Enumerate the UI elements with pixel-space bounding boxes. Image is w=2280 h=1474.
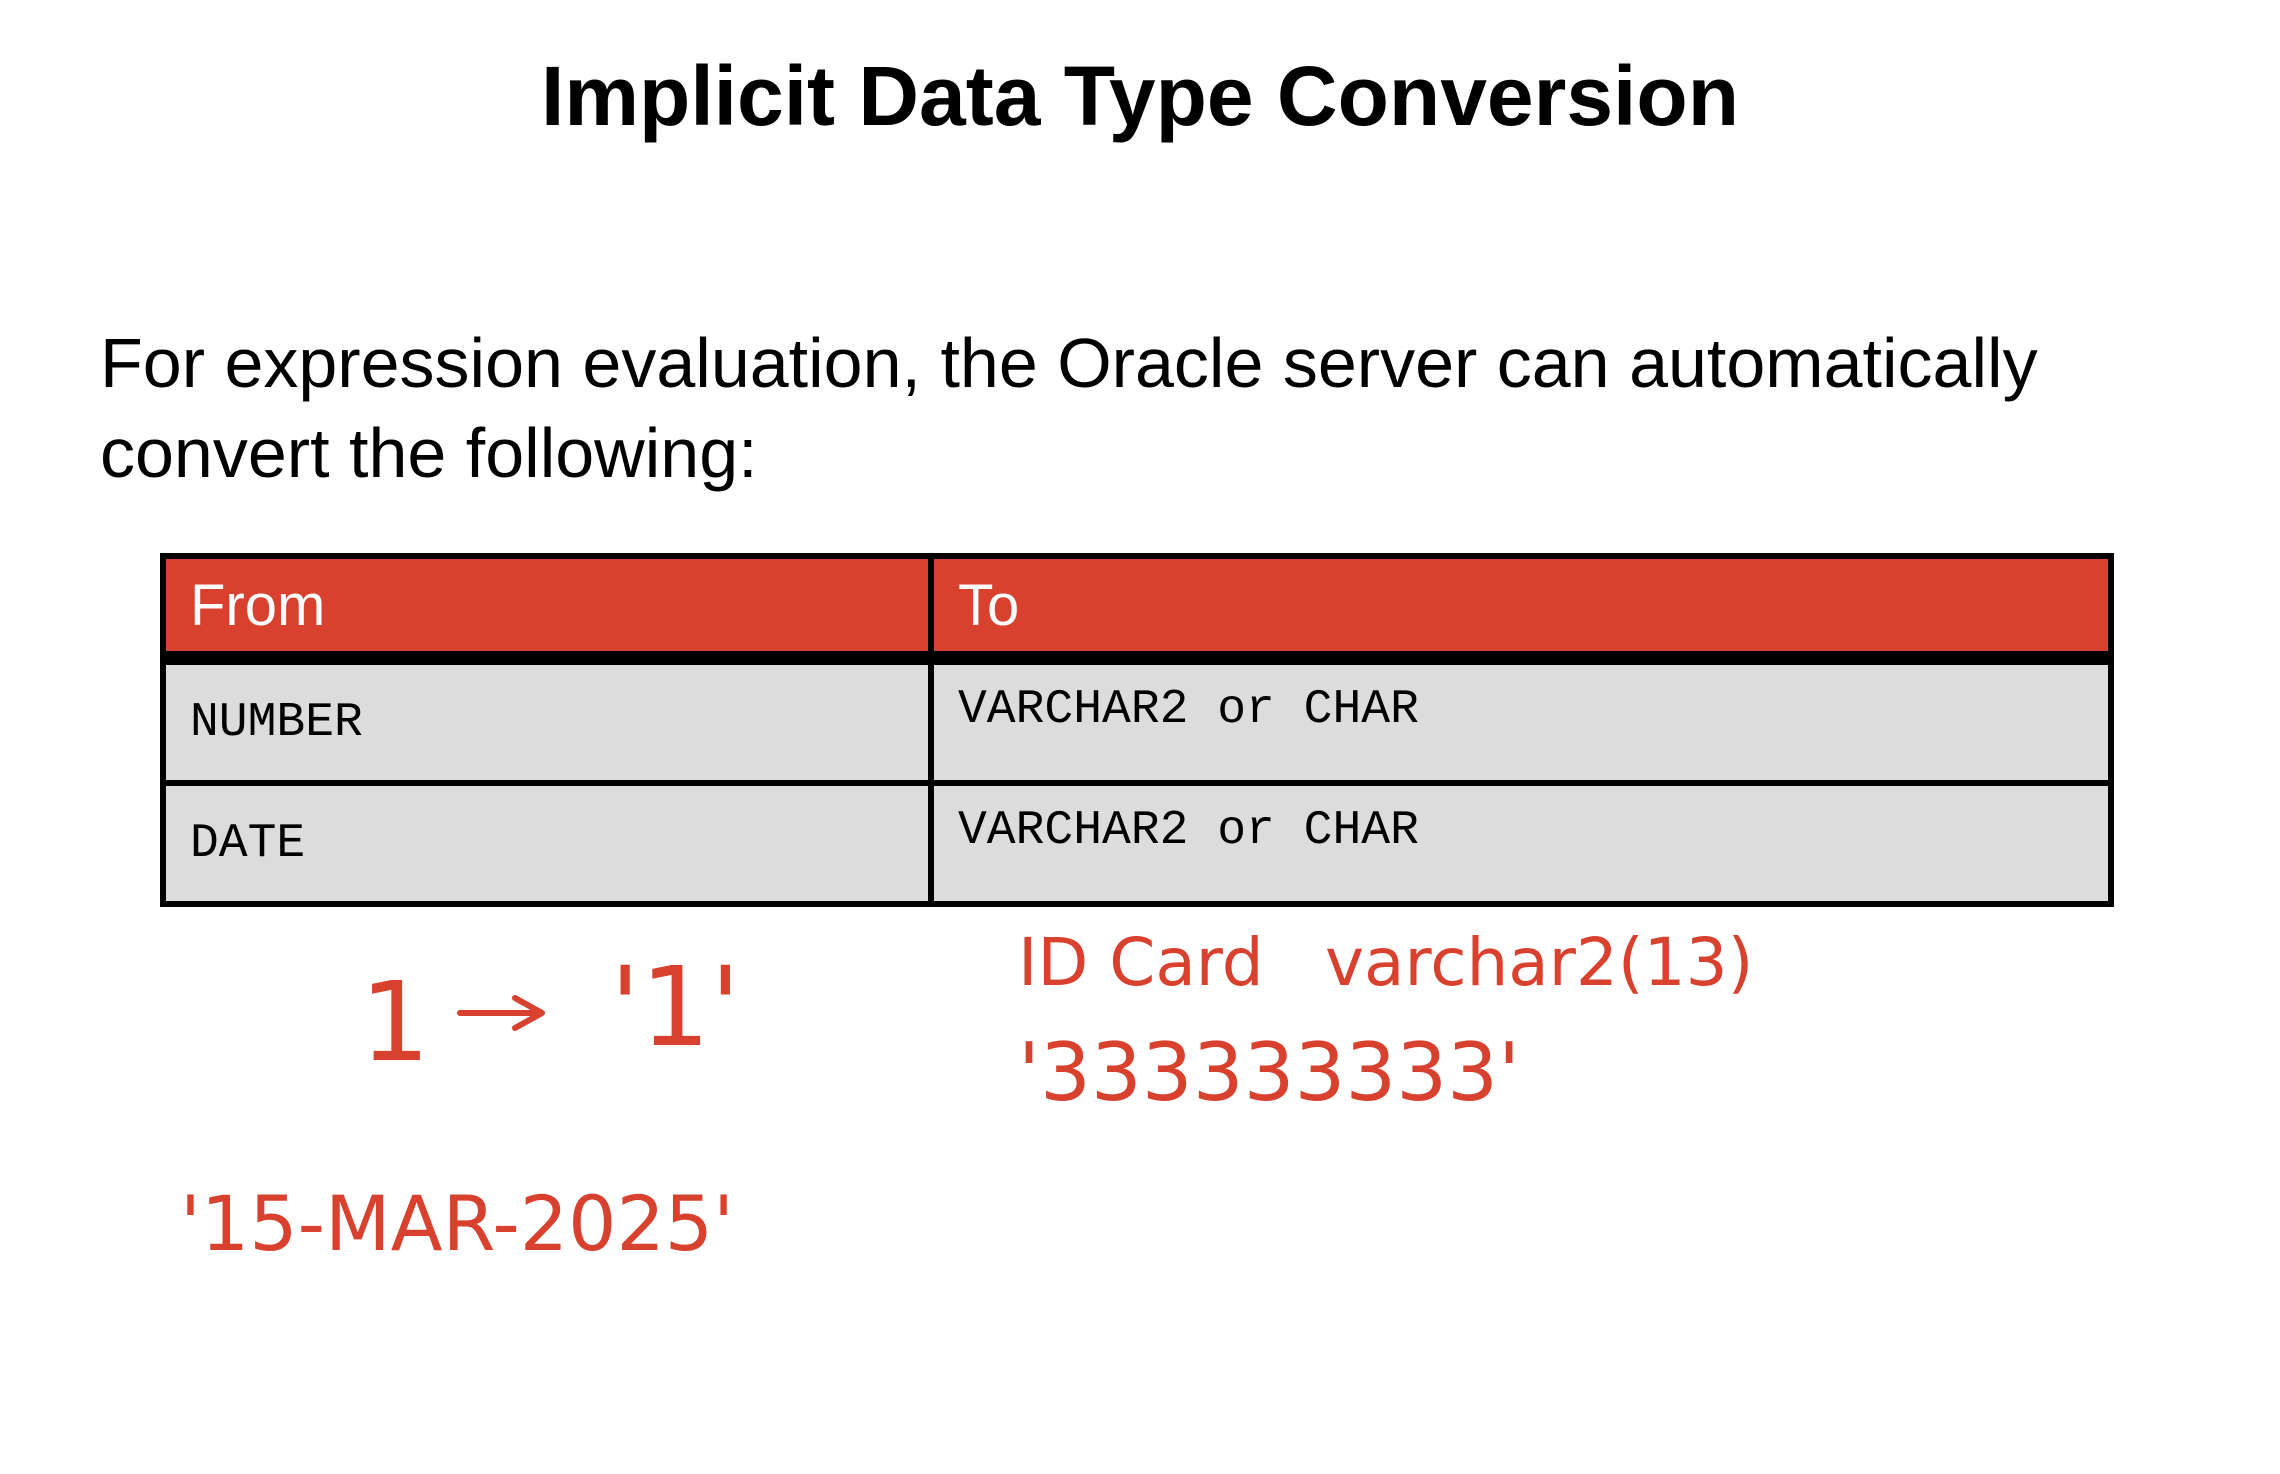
header-to: To — [931, 556, 2111, 665]
hw-id-type: varchar2(13) — [1325, 924, 1753, 1001]
table-row: DATE VARCHAR2 or CHAR — [163, 783, 2111, 904]
hw-arrow-icon — [457, 995, 545, 1031]
page-title: Implicit Data Type Conversion — [540, 49, 1740, 143]
table-row: NUMBER VARCHAR2 or CHAR — [163, 658, 2111, 786]
intro-line-2: convert the following: — [100, 414, 758, 492]
row-date-to: VARCHAR2 or CHAR — [931, 783, 2111, 904]
hw-id-label: ID Card — [1018, 924, 1264, 1001]
conversion-table: From To NUMBER VARCHAR2 or CHAR DATE VAR… — [160, 553, 2114, 907]
row-number-to: VARCHAR2 or CHAR — [931, 658, 2111, 786]
header-from: From — [163, 556, 934, 665]
intro-paragraph: For expression evaluation, the Oracle se… — [100, 318, 2220, 498]
row-date-from: DATE — [163, 783, 934, 904]
table-header-row: From To — [163, 556, 2111, 665]
hw-number-target: '1' — [610, 943, 740, 1071]
row-number-from: NUMBER — [163, 658, 934, 786]
hw-date-literal: '15-MAR-2025' — [180, 1179, 734, 1268]
hw-id-value: '333333333' — [1018, 1026, 1520, 1119]
intro-line-1: For expression evaluation, the Oracle se… — [100, 324, 2038, 402]
hw-number-source: 1 — [360, 958, 430, 1086]
